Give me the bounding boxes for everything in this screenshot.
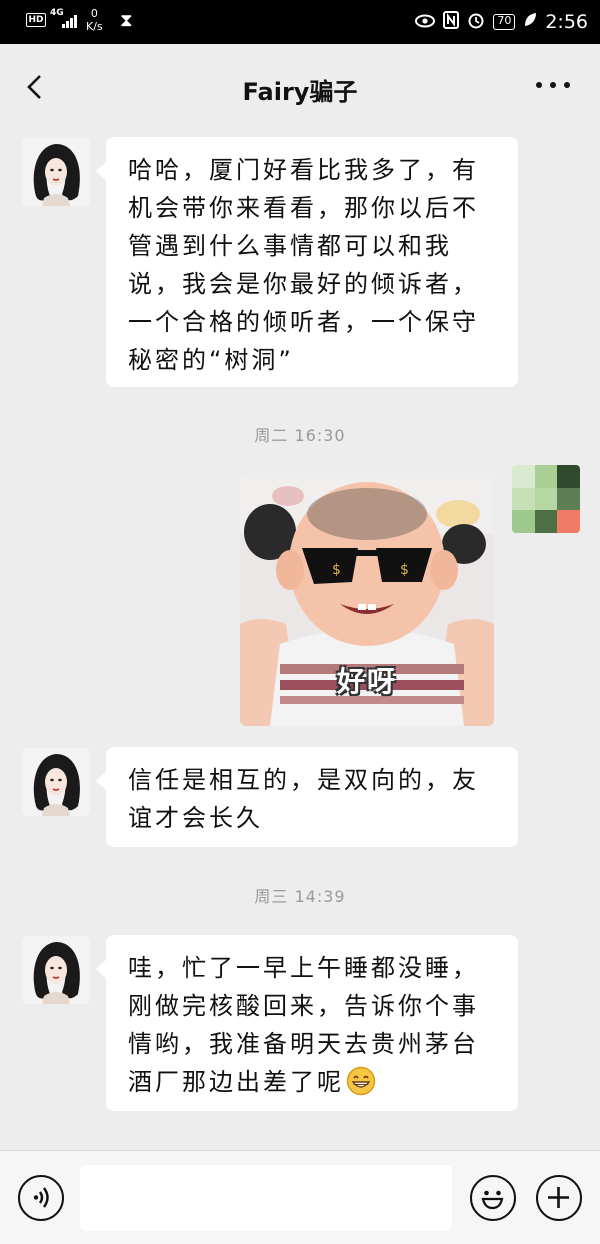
message-text: 哇，忙了一早上午睡都没睡，刚做完核酸回来，告诉你个事情哟，我准备明天去贵州茅台酒… xyxy=(128,954,479,1096)
message-timestamp: 周三 14:39 xyxy=(254,887,346,906)
message-text: 信任是相互的，是双向的，友谊才会长久 xyxy=(128,766,479,832)
nfc-icon xyxy=(443,11,460,33)
sticker-message[interactable]: $ $ 好呀 xyxy=(240,474,494,726)
my-avatar[interactable] xyxy=(512,465,580,533)
clock-time: 2:56 xyxy=(545,11,588,33)
alarm-icon xyxy=(467,11,485,33)
leaf-icon xyxy=(523,12,537,32)
speed-unit: K/s xyxy=(86,20,103,33)
contact-avatar[interactable] xyxy=(22,936,90,1004)
chat-title: Fairy骗子 xyxy=(242,78,358,106)
avatar-mosaic-cell xyxy=(534,487,558,511)
avatar-mosaic-cell xyxy=(557,487,580,511)
eye-icon xyxy=(415,13,436,32)
avatar-mosaic-cell xyxy=(557,510,580,533)
hd-badge: HD xyxy=(26,13,46,27)
plus-icon[interactable] xyxy=(536,1175,582,1221)
network-speed: 0 K/s xyxy=(86,7,103,33)
svg-text:$: $ xyxy=(332,562,341,578)
avatar-mosaic-cell xyxy=(512,465,535,488)
signal-icon xyxy=(62,12,80,28)
avatar-mosaic-cell xyxy=(534,465,558,488)
grin-emoji-icon xyxy=(346,1066,376,1107)
contact-avatar[interactable] xyxy=(22,138,90,206)
message-bubble[interactable]: 哈哈，厦门好看比我多了，有机会带你来看看，那你以后不管遇到什么事情都可以和我说，… xyxy=(96,137,518,387)
chat-header: Fairy骗子 xyxy=(0,44,600,128)
status-bar: HD 4G 0 K/s ⧗ 70 2:56 xyxy=(0,0,600,44)
hourglass-icon: ⧗ xyxy=(120,10,133,31)
input-bar xyxy=(0,1150,600,1244)
message-bubble[interactable]: 信任是相互的，是双向的，友谊才会长久 xyxy=(96,747,518,847)
message-timestamp: 周二 16:30 xyxy=(254,426,346,445)
emoji-icon[interactable] xyxy=(470,1175,516,1221)
svg-text:$: $ xyxy=(400,562,409,578)
voice-icon[interactable] xyxy=(18,1175,64,1221)
avatar-mosaic-cell xyxy=(557,465,580,488)
message-bubble[interactable]: 哇，忙了一早上午睡都没睡，刚做完核酸回来，告诉你个事情哟，我准备明天去贵州茅台酒… xyxy=(96,935,518,1111)
contact-avatar[interactable] xyxy=(22,748,90,816)
sticker-caption: 好呀 xyxy=(336,665,397,698)
more-dots-icon[interactable] xyxy=(536,82,570,92)
message-text: 哈哈，厦门好看比我多了，有机会带你来看看，那你以后不管遇到什么事情都可以和我说，… xyxy=(128,156,479,374)
avatar-mosaic-cell xyxy=(512,510,535,533)
speed-value: 0 xyxy=(90,7,98,20)
message-input[interactable] xyxy=(80,1165,452,1231)
battery-icon: 70 xyxy=(493,14,516,30)
avatar-mosaic-cell xyxy=(534,510,558,533)
avatar-mosaic-cell xyxy=(512,487,535,511)
